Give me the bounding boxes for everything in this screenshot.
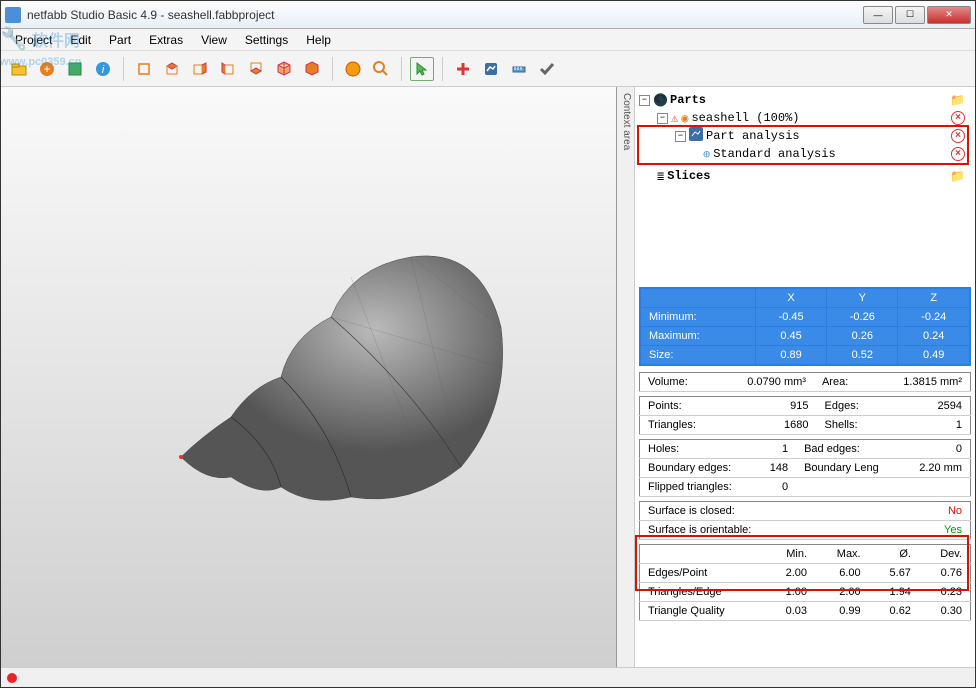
- properties-panel: XYZ Minimum:-0.45-0.26-0.24 Maximum:0.45…: [635, 287, 975, 667]
- zoom-icon[interactable]: [369, 57, 393, 81]
- maximize-button[interactable]: ☐: [895, 6, 925, 24]
- tree-slices-label[interactable]: Slices: [667, 169, 710, 183]
- menu-view[interactable]: View: [193, 31, 235, 49]
- measure-icon[interactable]: [507, 57, 531, 81]
- cube-left-icon[interactable]: [216, 57, 240, 81]
- window-title: netfabb Studio Basic 4.9 - seashell.fabb…: [27, 8, 863, 22]
- pointer-icon[interactable]: [410, 57, 434, 81]
- analysis-icon: [689, 127, 703, 145]
- stats-table: Min.Max.Ø.Dev. Edges/Point2.006.005.670.…: [639, 544, 971, 621]
- save-icon[interactable]: [63, 57, 87, 81]
- analysis-icon[interactable]: [479, 57, 503, 81]
- menu-extras[interactable]: Extras: [141, 31, 191, 49]
- dimensions-table: XYZ Minimum:-0.45-0.26-0.24 Maximum:0.45…: [639, 287, 971, 366]
- folder-icon[interactable]: 📁: [950, 169, 965, 184]
- cube-front-icon[interactable]: [132, 57, 156, 81]
- check-icon[interactable]: [535, 57, 559, 81]
- slices-icon: ≣: [657, 169, 664, 184]
- visibility-icon[interactable]: ◉: [681, 111, 688, 126]
- add-part-icon[interactable]: +: [35, 57, 59, 81]
- menubar: Project Edit Part Extras View Settings H…: [1, 29, 975, 51]
- minimize-button[interactable]: —: [863, 6, 893, 24]
- tree-analysis-label[interactable]: Part analysis: [706, 129, 800, 143]
- collapse-icon[interactable]: −: [675, 131, 686, 142]
- standard-analysis-icon: ⊕: [703, 147, 710, 162]
- app-icon: [5, 7, 21, 23]
- collapse-icon[interactable]: −: [657, 113, 668, 124]
- errors-table: Holes:1Bad edges:0 Boundary edges:148Bou…: [639, 439, 971, 497]
- tree-parts-label[interactable]: Parts: [670, 93, 706, 107]
- viewport-3d[interactable]: [1, 87, 617, 667]
- warning-icon: ⚠: [671, 111, 678, 126]
- model-seashell: [151, 187, 531, 527]
- info-icon[interactable]: i: [91, 57, 115, 81]
- menu-help[interactable]: Help: [298, 31, 339, 49]
- cube-iso2-icon[interactable]: [300, 57, 324, 81]
- folder-icon[interactable]: 📁: [950, 93, 965, 108]
- tree-part-name[interactable]: seashell (100%): [691, 111, 799, 125]
- delete-icon[interactable]: ×: [951, 147, 965, 161]
- collapse-icon[interactable]: −: [639, 95, 650, 106]
- menu-edit[interactable]: Edit: [62, 31, 99, 49]
- toolbar: + i: [1, 51, 975, 87]
- volume-table: Volume:0.0790 mm³Area:1.3815 mm²: [639, 372, 971, 392]
- menu-project[interactable]: Project: [7, 31, 60, 49]
- mesh-table: Points:915Edges:2594 Triangles:1680Shell…: [639, 396, 971, 435]
- cube-bottom-icon[interactable]: [244, 57, 268, 81]
- cube-side-icon[interactable]: [188, 57, 212, 81]
- statusbar: [1, 667, 975, 687]
- parts-group-icon: 🌑: [653, 93, 667, 107]
- surface-table: Surface is closed:No Surface is orientab…: [639, 501, 971, 540]
- sphere-icon[interactable]: [341, 57, 365, 81]
- menu-settings[interactable]: Settings: [237, 31, 296, 49]
- titlebar: netfabb Studio Basic 4.9 - seashell.fabb…: [1, 1, 975, 29]
- context-area-tab[interactable]: Context area: [617, 87, 635, 667]
- parts-tree: − 🌑 Parts 📁 − ⚠ ◉ seashell (100%) × − Pa…: [635, 87, 975, 287]
- delete-icon[interactable]: ×: [951, 129, 965, 143]
- cube-iso-icon[interactable]: [272, 57, 296, 81]
- cube-top-icon[interactable]: [160, 57, 184, 81]
- tree-std-analysis[interactable]: Standard analysis: [713, 147, 835, 161]
- status-indicator-icon: [7, 673, 17, 683]
- delete-icon[interactable]: ×: [951, 111, 965, 125]
- menu-part[interactable]: Part: [101, 31, 139, 49]
- open-icon[interactable]: [7, 57, 31, 81]
- close-button[interactable]: ✕: [927, 6, 971, 24]
- svg-text:+: +: [43, 62, 50, 76]
- repair-icon[interactable]: [451, 57, 475, 81]
